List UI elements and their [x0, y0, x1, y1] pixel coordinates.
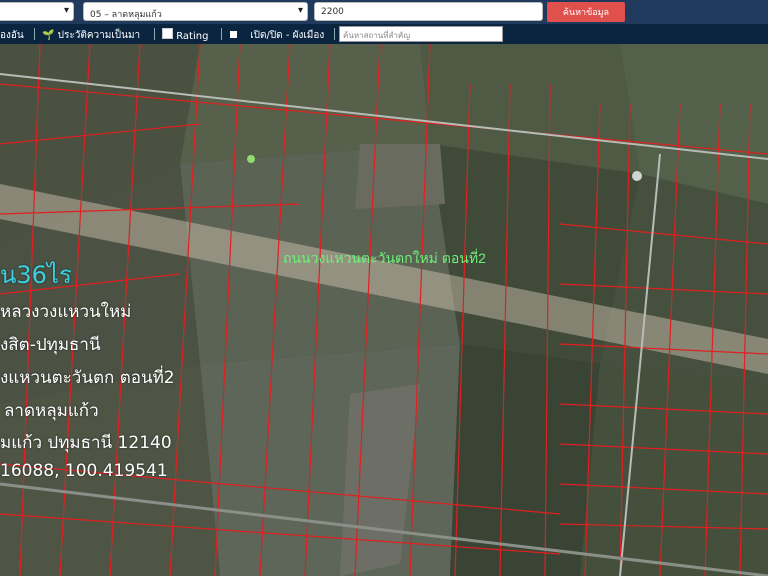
- province-select[interactable]: ▾: [0, 2, 74, 21]
- top-filter-bar: ▾ 05 – ลาดหลุมแก้ว ▾ 2200 ค้นหาข้อมูล: [0, 0, 768, 24]
- toolbar-divider: [154, 28, 155, 40]
- district-select-value: 05 – ลาดหลุมแก้ว: [90, 10, 162, 20]
- place-marker-icon[interactable]: [247, 155, 255, 163]
- toolbar-divider: [334, 28, 335, 40]
- info-line-4: ลาดหลุมแก้ว: [4, 401, 99, 421]
- toolbar-history-link[interactable]: 🌱 ประวัติความเป็นมา: [42, 28, 140, 43]
- place-marker-icon[interactable]: [632, 171, 642, 181]
- toolbar-divider: [34, 28, 35, 40]
- toolbar-item-1[interactable]: องอัน: [0, 28, 24, 43]
- road-name-label: ถนนวงแหวนตะวันตกใหม่ ตอนที่2: [283, 249, 486, 266]
- toolbar-rating-link[interactable]: Rating: [162, 28, 208, 42]
- info-coords: 16088, 100.419541: [0, 461, 168, 481]
- info-line-1: หลวงวงแหวนใหม่: [0, 302, 132, 322]
- info-line-5: มแก้ว ปทุมธานี 12140: [0, 433, 172, 453]
- toolbar-history-label: ประวัติความเป็นมา: [57, 30, 141, 41]
- chevron-down-icon: ▾: [297, 5, 303, 16]
- district-select[interactable]: 05 – ลาดหลุมแก้ว ▾: [83, 2, 308, 21]
- toolbar-layer-label: เปิด/ปิด - ผังเมือง: [250, 30, 325, 41]
- code-input[interactable]: 2200: [314, 2, 543, 21]
- info-line-3: งแหวนตะวันตก ตอนที่2: [0, 368, 175, 388]
- chevron-down-icon: ▾: [63, 5, 69, 16]
- code-input-value: 2200: [321, 7, 344, 17]
- info-area: น36ไร: [0, 261, 72, 289]
- toolbar-rating-label: Rating: [176, 31, 209, 42]
- sprout-icon: 🌱: [42, 30, 55, 41]
- toolbar-layer-toggle[interactable]: เปิด/ปิด - ผังเมือง: [230, 28, 324, 43]
- checkbox-icon[interactable]: [230, 31, 237, 38]
- chart-icon: [162, 28, 173, 39]
- info-line-2: งสิต-ปทุมธานี: [0, 335, 101, 355]
- toolbar-divider: [221, 28, 222, 40]
- satellite-map[interactable]: ถนนวงแหวนตะวันตกใหม่ ตอนที่2 น36ไร หลวงว…: [0, 44, 768, 576]
- search-button[interactable]: ค้นหาข้อมูล: [547, 2, 625, 22]
- place-search-input[interactable]: ค้นหาสถานที่สำคัญ: [339, 26, 503, 42]
